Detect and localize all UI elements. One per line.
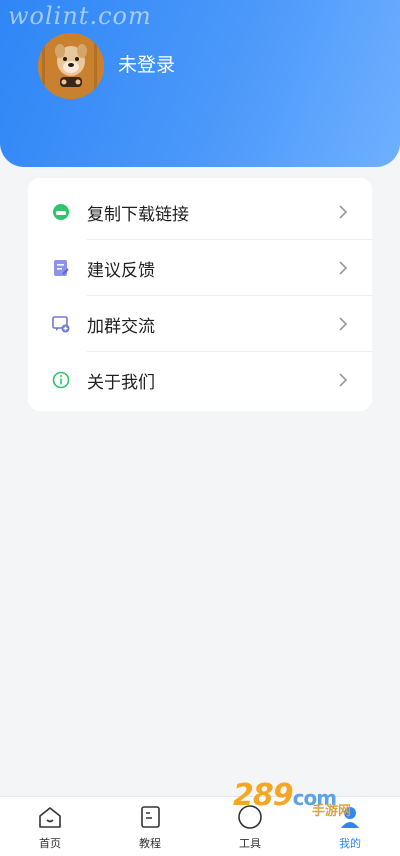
join-group-icon: [52, 316, 70, 333]
watermark-text: wolint.com: [8, 2, 152, 30]
profile-header: wolint.com 未登录: [0, 0, 400, 167]
bottom-watermark-text: 手游网: [312, 804, 352, 819]
menu-item-feedback[interactable]: 建议反馈: [28, 239, 372, 295]
menu-label: 复制下载链接: [87, 205, 189, 225]
dog-avatar-icon: [38, 33, 104, 99]
chevron-right-icon: [339, 373, 348, 387]
home-icon: [39, 807, 61, 828]
avatar[interactable]: [38, 33, 104, 99]
menu-card: 复制下载链接 建议反馈 加群交流 关于我们: [28, 178, 372, 411]
tab-home[interactable]: 首页: [0, 797, 100, 856]
download-link-icon: [53, 204, 69, 220]
menu-item-about-us[interactable]: 关于我们: [28, 351, 372, 407]
chevron-right-icon: [339, 317, 348, 331]
tab-label: 教程: [139, 837, 161, 850]
tab-label: 我的: [339, 837, 361, 850]
menu-item-copy-download-link[interactable]: 复制下载链接: [28, 183, 372, 239]
menu-label: 关于我们: [87, 373, 155, 393]
menu-item-join-group[interactable]: 加群交流: [28, 295, 372, 351]
chevron-right-icon: [339, 261, 348, 275]
info-icon: [52, 371, 70, 389]
tutorial-icon: [141, 806, 160, 828]
tab-label: 首页: [39, 837, 61, 850]
tab-label: 工具: [239, 837, 261, 850]
menu-label: 加群交流: [87, 317, 155, 337]
tab-tutorial[interactable]: 教程: [100, 797, 200, 856]
menu-label: 建议反馈: [87, 261, 155, 281]
username-label[interactable]: 未登录: [118, 50, 175, 77]
feedback-icon: [54, 260, 69, 276]
chevron-right-icon: [339, 205, 348, 219]
